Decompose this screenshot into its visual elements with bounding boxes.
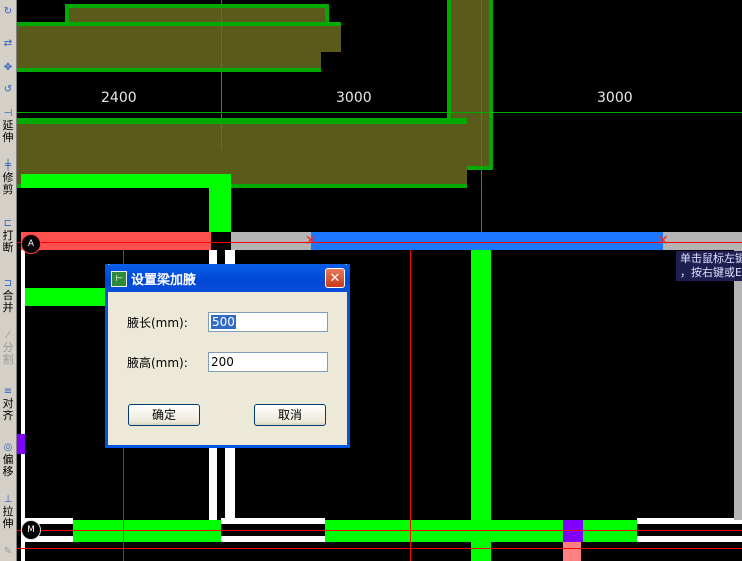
snap-marker-icon: ✕ <box>305 233 317 249</box>
wall <box>21 174 219 188</box>
status-tip-line1: 单击鼠标左键 <box>680 252 742 265</box>
mirror-tool[interactable]: ⇄ <box>0 38 16 50</box>
set-beam-haunch-dialog: ⊢ 设置梁加腋 ✕ 腋长(mm): 500 腋高(mm): 200 确定 取消 <box>105 264 350 448</box>
wall <box>73 520 221 542</box>
dimension-tick <box>221 0 222 150</box>
snap-marker-icon: ✕ <box>657 233 669 249</box>
haunch-height-label: 腋高(mm): <box>127 356 188 370</box>
mirror-icon: ⇄ <box>3 38 13 49</box>
column <box>21 250 25 561</box>
haunch-length-input[interactable]: 500 <box>208 312 328 332</box>
toolbar-break[interactable]: ⊏ 打断 <box>0 218 16 254</box>
toolbar-align[interactable]: ≡ 对齐 <box>0 386 16 422</box>
haunch-height-value: 200 <box>211 355 234 369</box>
dimension-text-2: 3000 <box>336 90 372 106</box>
wall <box>325 520 471 542</box>
toolbar-merge[interactable]: ⊐ 合并 <box>0 278 16 314</box>
axis-line-m <box>17 530 742 531</box>
app-icon: ⊢ <box>111 271 127 287</box>
rotate-icon: ↻ <box>3 6 13 17</box>
beam-selected-blue[interactable] <box>311 232 663 250</box>
toolbar-offset-label: 偏移 <box>2 453 14 478</box>
toolbar-stretch[interactable]: ⊥ 拉伸 <box>0 494 16 530</box>
dimension-line <box>17 112 742 113</box>
toolbar-break-label: 打断 <box>2 229 14 254</box>
refresh-tool[interactable]: ↺ <box>0 84 16 96</box>
pencil-icon: ✎ <box>3 546 13 557</box>
status-tip: 单击鼠标左键 ，按右键或Es <box>676 251 742 281</box>
move-tool[interactable]: ✥ <box>0 62 16 74</box>
beam-selected-red[interactable] <box>21 232 211 250</box>
haunch-length-value: 500 <box>211 315 236 329</box>
dimension-text-1: 2400 <box>101 90 137 106</box>
move-icon: ✥ <box>3 62 13 73</box>
haunch-length-label: 腋长(mm): <box>127 316 188 330</box>
purple-column <box>17 434 25 454</box>
beam-gray[interactable] <box>231 232 311 250</box>
beam-gray[interactable] <box>663 232 742 250</box>
status-tip-line2: ，按右键或Es <box>680 266 742 279</box>
rotate-tool[interactable]: ↻ <box>0 6 16 18</box>
purple-column <box>563 520 583 542</box>
wall <box>471 250 491 561</box>
toolbar-stretch-label: 拉伸 <box>2 505 14 530</box>
wall <box>209 174 231 232</box>
dialog-titlebar[interactable]: ⊢ 设置梁加腋 ✕ <box>105 264 350 292</box>
toolbar-trim[interactable]: ╪ 修剪 <box>0 160 16 196</box>
column <box>734 250 742 520</box>
axis-badge-a: A <box>21 234 41 254</box>
axis-line <box>17 548 742 549</box>
close-button[interactable]: ✕ <box>325 268 345 288</box>
slab-shape <box>17 48 321 72</box>
axis-badge-m: M <box>21 520 41 540</box>
ok-button[interactable]: 确定 <box>128 404 200 426</box>
pencil-tool[interactable]: ✎ <box>0 546 16 558</box>
wall <box>21 288 107 306</box>
toolbar-trim-label: 修剪 <box>2 171 14 196</box>
toolbar-merge-label: 合并 <box>2 289 14 314</box>
undo-icon: ↺ <box>3 84 13 95</box>
cancel-button[interactable]: 取消 <box>254 404 326 426</box>
dialog-title: 设置梁加腋 <box>131 273 197 288</box>
toolbar-split: ⁄ 分割 <box>0 330 16 366</box>
toolbar-align-label: 对齐 <box>2 397 14 422</box>
haunch-height-input[interactable]: 200 <box>208 352 328 372</box>
toolbar-extend[interactable]: ⊣ 延伸 <box>0 108 16 144</box>
toolbar-extend-label: 延伸 <box>2 119 14 144</box>
left-toolbar: ↻ ⇄ ✥ ↺ ⊣ 延伸 ╪ 修剪 ⊏ 打断 ⊐ 合并 ⁄ 分割 ≡ 对齐 ◎ … <box>0 0 17 561</box>
toolbar-split-label: 分割 <box>2 341 14 366</box>
pink-column <box>563 542 581 561</box>
dimension-text-3: 3000 <box>597 90 633 106</box>
axis-line <box>410 250 411 561</box>
axis-line-a <box>17 242 742 243</box>
toolbar-offset[interactable]: ◎ 偏移 <box>0 442 16 478</box>
